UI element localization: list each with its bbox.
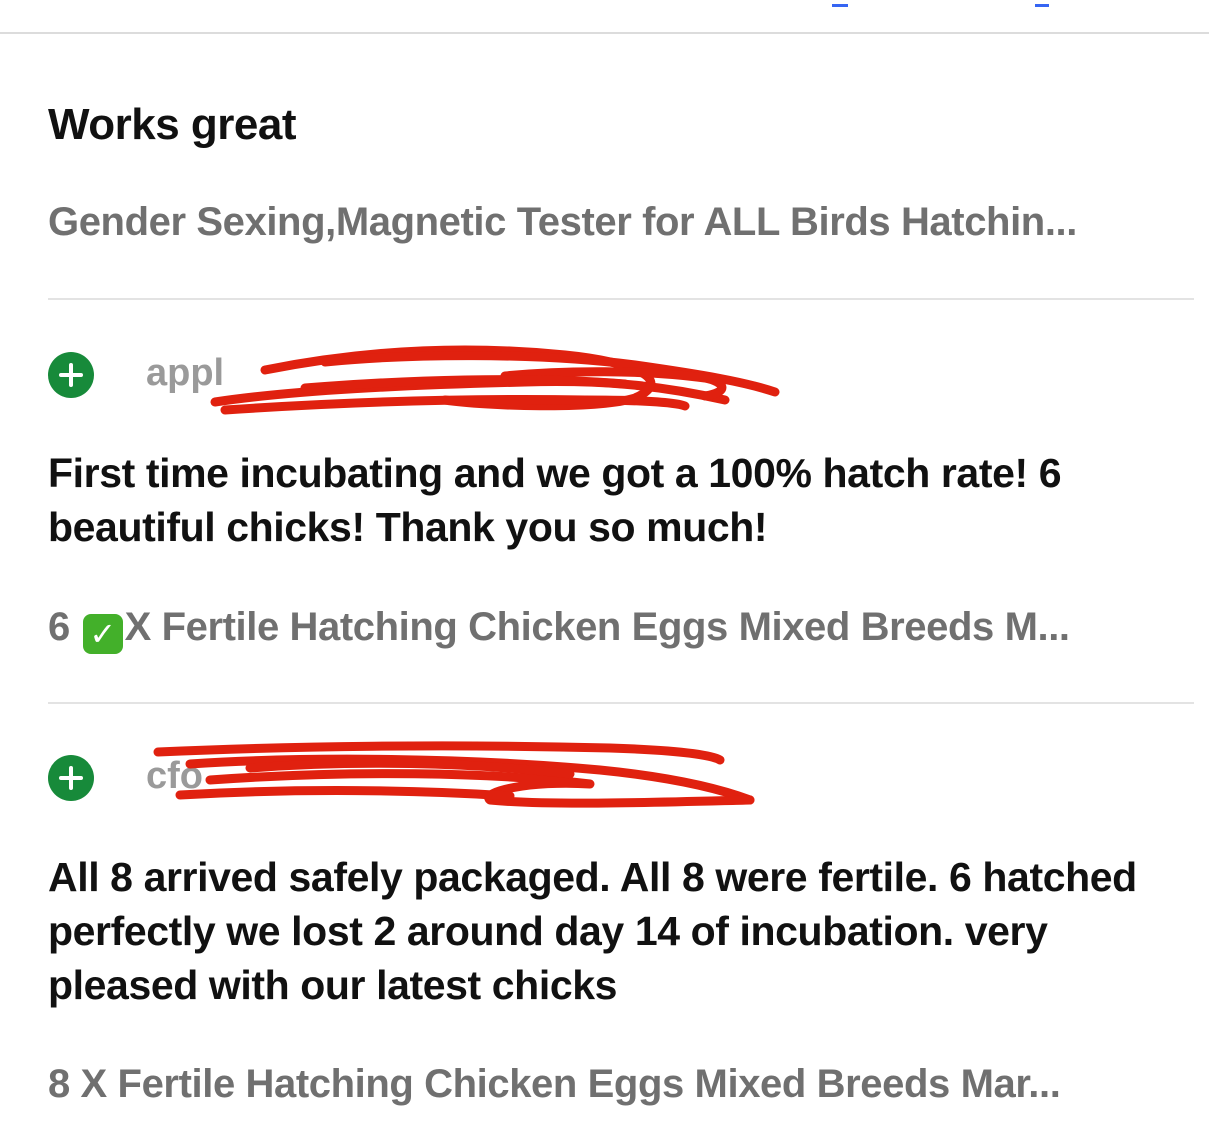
review-item-link[interactable]: Gender Sexing,Magnetic Tester for ALL Bi… <box>48 200 1183 245</box>
review-item-link[interactable]: 8 X Fertile Hatching Chicken Eggs Mixed … <box>48 1062 1183 1107</box>
cut-off-icon-right <box>1035 0 1049 7</box>
top-divider <box>0 32 1209 34</box>
check-mark-icon: ✓ <box>82 614 123 654</box>
review-item-link[interactable]: 6 ✓ X Fertile Hatching Chicken Eggs Mixed… <box>48 605 1183 654</box>
expand-reviewer-button[interactable] <box>48 352 94 398</box>
expand-reviewer-button[interactable] <box>48 755 94 801</box>
review-divider <box>48 298 1194 300</box>
reviewer-name: appl <box>146 352 225 394</box>
item-quantity: 6 <box>48 605 70 649</box>
review-body: First time incubating and we got a 100% … <box>48 450 1062 550</box>
cut-off-icon-left <box>832 0 848 7</box>
reviewer-name: cfo <box>146 755 203 797</box>
review-body: All 8 arrived safely packaged. All 8 wer… <box>48 854 1137 1008</box>
redaction-scribble <box>153 741 755 808</box>
redaction-scribble <box>210 345 780 415</box>
review-title: Works great <box>48 100 297 149</box>
item-title-text: X Fertile Hatching Chicken Eggs Mixed Br… <box>124 605 1070 649</box>
review-divider <box>48 702 1194 704</box>
